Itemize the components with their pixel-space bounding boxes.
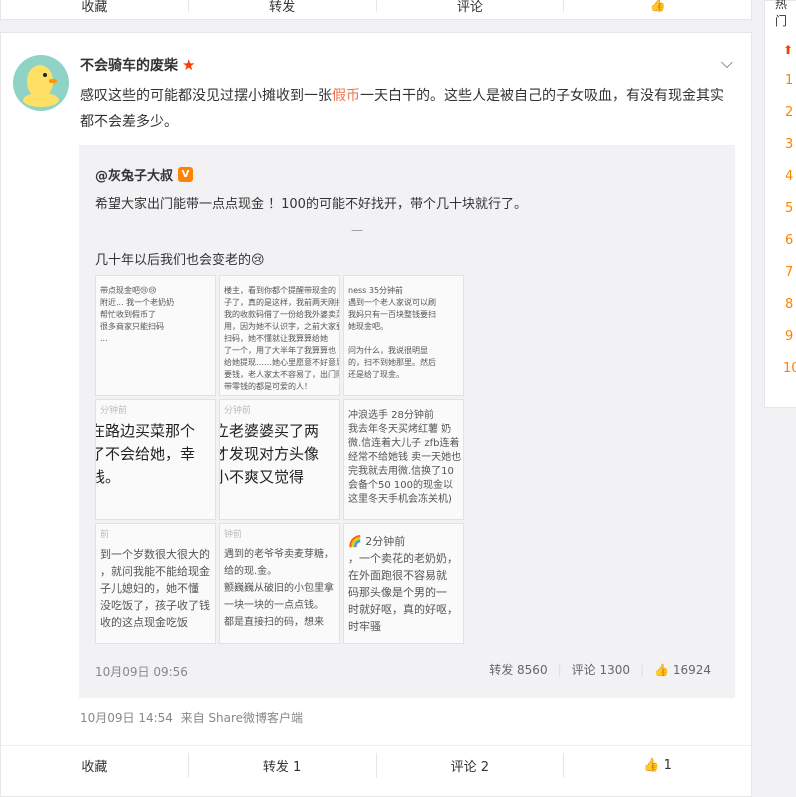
duck-body xyxy=(23,93,59,107)
rank-number: 8 xyxy=(785,297,794,312)
rank-number: 1 xyxy=(785,73,794,88)
comment-button[interactable]: 评论 xyxy=(377,0,564,19)
image-grid: 带点现金吧😢😢 附近... 我一个老奶奶 帮忙收到假币了 很多商家只能扫码 ..… xyxy=(95,275,465,647)
repost-like-link[interactable]: 👍 16924 xyxy=(654,663,711,677)
collect-button[interactable]: 收藏 xyxy=(1,0,188,19)
forward-button[interactable]: 转发 1 xyxy=(189,746,376,785)
thumb-icon: 👍 xyxy=(649,0,666,13)
highlight-link[interactable]: 假币 xyxy=(332,88,360,104)
image-thumb[interactable]: 冲浪选手 28分钟前 我去年冬天买烤红薯 奶 微.信连着大儿子 zfb连着 经常… xyxy=(343,399,464,520)
rank-number: 6 xyxy=(785,233,794,248)
divider: | xyxy=(639,662,645,677)
repost-comment-link[interactable]: 评论 1300 xyxy=(572,661,630,678)
thumb-icon: 👍 xyxy=(654,662,669,677)
rank-number: 4 xyxy=(785,169,794,184)
duck-beak xyxy=(49,79,57,83)
image-thumb[interactable]: 带点现金吧😢😢 附近... 我一个老奶奶 帮忙收到假币了 很多商家只能扫码 ..… xyxy=(95,275,216,396)
repost-forward-link[interactable]: 转发 8560 xyxy=(489,661,547,678)
like-button[interactable]: 👍 1 xyxy=(564,746,751,785)
collect-button[interactable]: 收藏 xyxy=(1,746,188,785)
divider: | xyxy=(557,662,562,677)
author-name[interactable]: 不会骑车的废柴 xyxy=(80,55,178,75)
comment-label: 评论 xyxy=(456,0,483,15)
verified-badge: V xyxy=(178,167,194,182)
fold-indicator[interactable]: — xyxy=(351,223,363,237)
reposted-content: @灰兔子大叔 V 希望大家出门能带一点点现金 ！100的可能不好找开，带个几十块… xyxy=(79,145,735,698)
rank-number: 10 xyxy=(783,361,796,376)
thumb-icon: 👍 xyxy=(643,758,660,773)
forward-button[interactable]: 转发 xyxy=(189,0,376,19)
repost-stats: 转发 8560 | 评论 1300 | 👍 16924 xyxy=(489,661,711,678)
image-thumb[interactable]: 楼主，看到你都个提醒带现金的 子了，真的是这样，我前两天刚把 我的收款码借了一份… xyxy=(219,275,340,396)
post-meta: 10月09日 14:54 来自 Share微博客户端 xyxy=(80,709,303,726)
post-actions: 收藏 转发 1 评论 2 👍 1 xyxy=(1,745,751,785)
hot-sidebar: 热门 ⬆ 1 2 3 4 5 6 7 8 9 10 xyxy=(764,0,796,408)
image-thumb[interactable]: 分钟前在路边买菜那个 了不会给她，幸 钱。 xyxy=(95,399,216,520)
image-thumb[interactable]: 钟前 遇到的老爷爷卖麦芽糖， 给的现.金。 颤巍巍从破旧的小包里拿 一块一块的一点… xyxy=(219,523,340,644)
rank-number: 3 xyxy=(785,137,794,152)
post-text: 感叹这些的可能都没见过摆小摊收到一张假币一天白干的。这些人是被自己的子女吸血，有… xyxy=(80,88,724,130)
chevron-down-icon[interactable]: ⌵ xyxy=(721,53,733,73)
weibo-post: 不会骑车的废柴 ★ ⌵ 感叹这些的可能都没见过摆小摊收到一张假币一天白干的。这些… xyxy=(0,32,752,797)
rank-number: 5 xyxy=(785,201,794,216)
like-button[interactable]: 👍 xyxy=(564,0,751,19)
repost-author[interactable]: @灰兔子大叔 V xyxy=(95,165,194,184)
forward-label: 转发 xyxy=(269,0,296,15)
rank-number: 7 xyxy=(785,265,794,280)
pin-top-icon: ⬆ xyxy=(783,43,794,57)
sidebar-title: 热门 xyxy=(775,0,788,28)
rank-number: 9 xyxy=(785,329,794,344)
image-thumb[interactable]: 🌈 2分钟前 ，一个卖花的老奶奶， 在外面跑很不容易就 码那头像是个男的一 时就… xyxy=(343,523,464,644)
repost-text: 希望大家出门能带一点点现金 ！100的可能不好找开，带个几十块就行了。 xyxy=(95,197,527,212)
image-thumb[interactable]: 前到一个岁数很大很大的 ，就问我能不能给现金 子儿媳妇的，她不懂 没吃饭了，孩子… xyxy=(95,523,216,644)
post-source: 来自 Share微博客户端 xyxy=(180,711,304,725)
star-icon: ★ xyxy=(182,56,196,74)
collect-label: 收藏 xyxy=(81,0,108,15)
duck-eye xyxy=(43,73,47,77)
rank-number: 2 xyxy=(785,105,794,120)
image-thumb[interactable]: ness 35分钟前 遇到一个老人家说可以刷 我妈只有一百块整钱要扫 她现金吧。… xyxy=(343,275,464,396)
repost-author-name[interactable]: @灰兔子大叔 xyxy=(95,165,173,184)
avatar[interactable] xyxy=(13,55,69,111)
repost-timestamp[interactable]: 10月09日 09:56 xyxy=(95,663,188,680)
post-timestamp[interactable]: 10月09日 14:54 xyxy=(80,711,173,725)
previous-post-actions: 收藏 转发 评论 👍 xyxy=(0,0,752,20)
comment-button[interactable]: 评论 2 xyxy=(377,746,564,785)
post-author[interactable]: 不会骑车的废柴 ★ xyxy=(80,55,195,75)
repost-text-2: 几十年以后我们也会变老的😢 xyxy=(95,253,265,268)
image-thumb[interactable]: 分钟前 立老婆婆买了两 才发现对方头像 小不爽又觉得 xyxy=(219,399,340,520)
